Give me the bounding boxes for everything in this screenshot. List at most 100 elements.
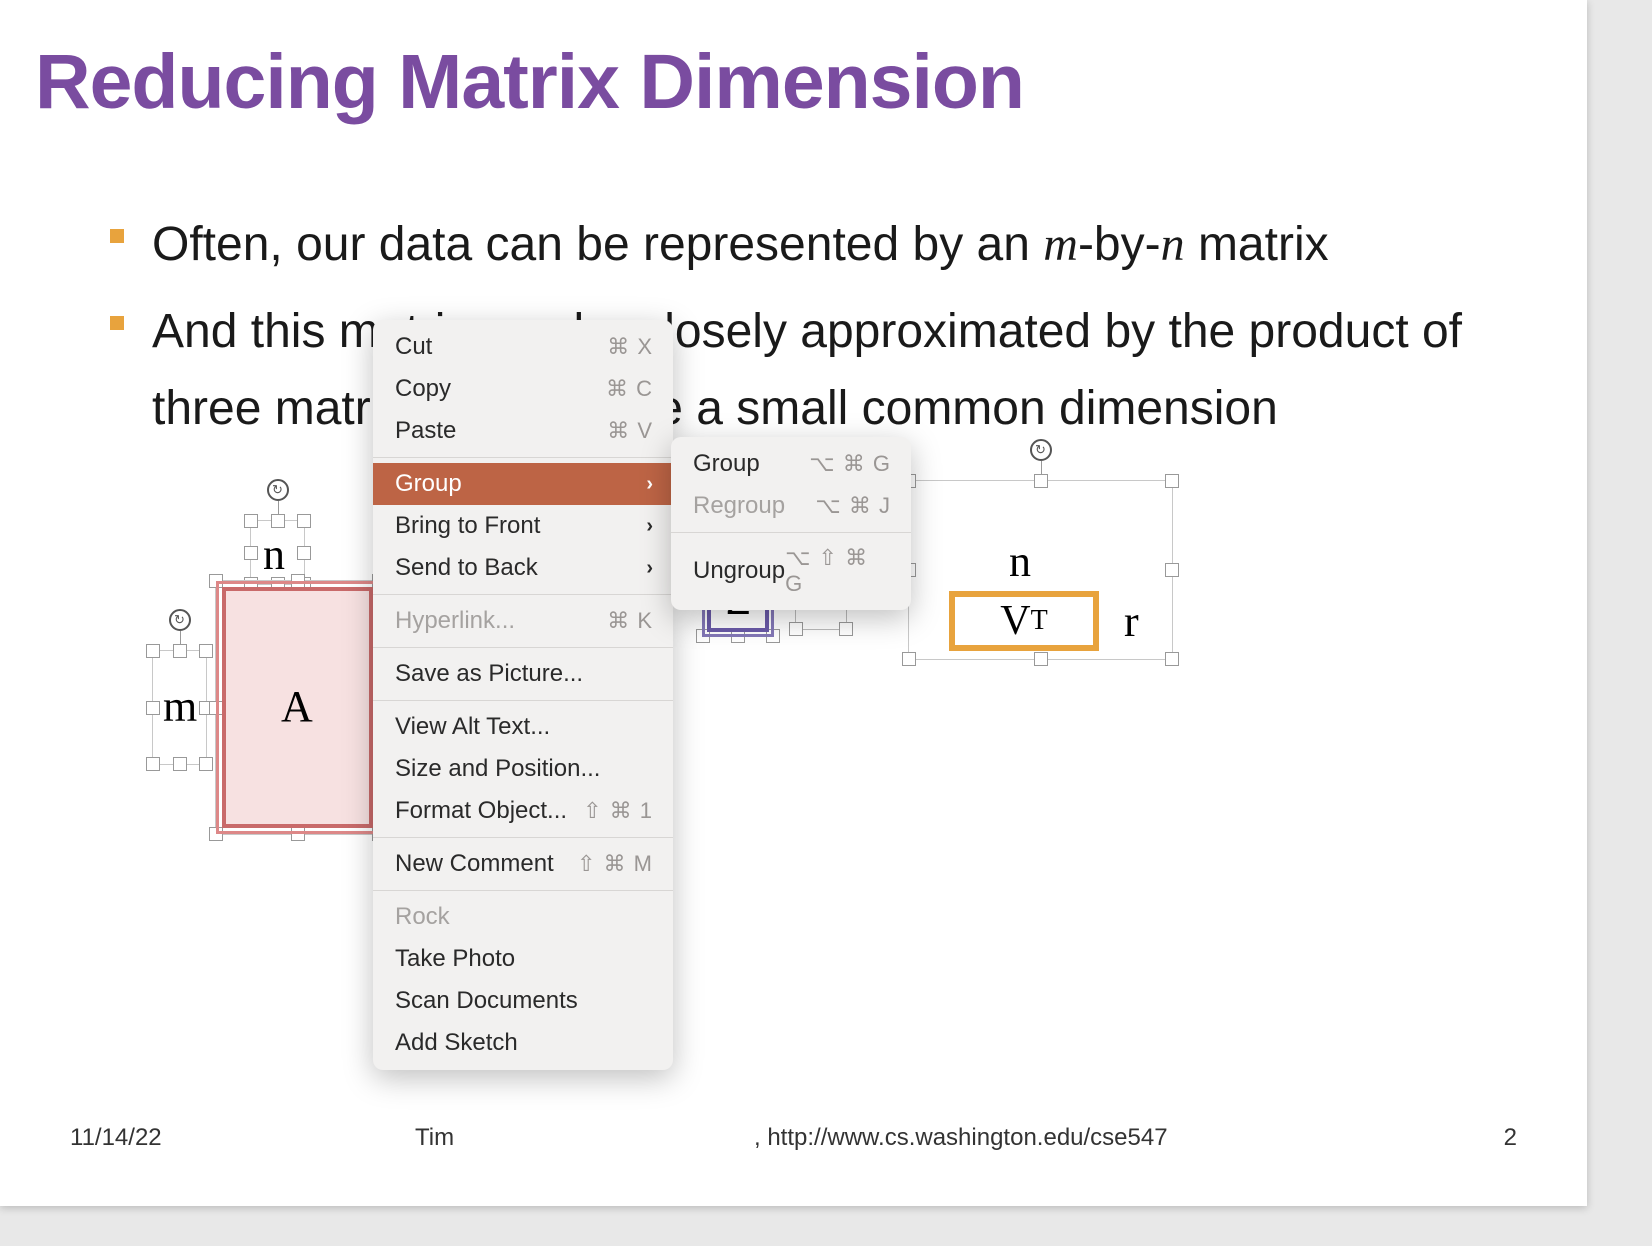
bullet-item: And this matrix can be closely approxima… <box>110 294 1552 448</box>
menu-item-ungroup[interactable]: Ungroup⌥ ⇧ ⌘ G <box>671 538 911 604</box>
menu-item-label: Group <box>693 450 760 478</box>
menu-item-label: Format Object... <box>395 797 567 825</box>
menu-shortcut: ⌥ ⇧ ⌘ G <box>785 545 891 597</box>
menu-shortcut: ⌥ ⌘ J <box>815 493 891 519</box>
menu-item-label: Paste <box>395 417 456 445</box>
text-fragment: -by- <box>1078 218 1161 271</box>
resize-handle[interactable] <box>146 757 160 771</box>
var-m: m <box>1043 218 1078 271</box>
slide-title: Reducing Matrix Dimension <box>35 38 1552 127</box>
menu-item-label: View Alt Text... <box>395 713 550 741</box>
resize-handle[interactable] <box>209 701 223 715</box>
matrix-a-selection[interactable]: A <box>215 580 380 835</box>
chevron-right-icon: › <box>646 557 653 580</box>
text-fragment: Often, our data can be represented by an <box>152 218 1043 271</box>
menu-item-add-sketch[interactable]: Add Sketch <box>373 1022 673 1064</box>
menu-item-bring-to-front[interactable]: Bring to Front › <box>373 505 673 547</box>
menu-item-scan-documents[interactable]: Scan Documents <box>373 980 673 1022</box>
resize-handle[interactable] <box>1165 563 1179 577</box>
resize-handle[interactable] <box>839 622 853 636</box>
chevron-right-icon: › <box>646 473 653 496</box>
resize-handle[interactable] <box>789 622 803 636</box>
menu-item-copy[interactable]: Copy ⌘ C <box>373 368 673 410</box>
var-n: n <box>1161 218 1185 271</box>
resize-handle[interactable] <box>199 757 213 771</box>
menu-item-rock: Rock <box>373 896 673 938</box>
menu-separator <box>373 457 673 458</box>
menu-item-label: Size and Position... <box>395 755 600 783</box>
chevron-right-icon: › <box>646 515 653 538</box>
vt-group-selection[interactable]: ↻ n VT r <box>908 480 1173 660</box>
context-submenu-group[interactable]: Group ⌥ ⌘ G Regroup ⌥ ⌘ J Ungroup⌥ ⇧ ⌘ G <box>671 437 911 610</box>
menu-item-label: Ungroup <box>693 557 785 585</box>
context-menu[interactable]: Cut⌘ XCopy⌘ CPaste⌘ VGroup›Bring to Fron… <box>373 320 673 1070</box>
menu-shortcut: ⇧ ⌘ M <box>577 851 653 877</box>
menu-item-hyperlink: Hyperlink...⌘ K <box>373 600 673 642</box>
resize-handle[interactable] <box>173 644 187 658</box>
bullet-text: And this matrix can be closely approxima… <box>152 294 1552 448</box>
menu-shortcut: ⌥ ⌘ G <box>809 451 891 477</box>
resize-handle[interactable] <box>291 827 305 841</box>
menu-item-size-and-position[interactable]: Size and Position... <box>373 748 673 790</box>
resize-handle[interactable] <box>244 546 258 560</box>
menu-item-label: Copy <box>395 375 451 403</box>
footer-url: , http://www.cs.washington.edu/cse547 <box>754 1124 1168 1152</box>
slide-footer: 11/14/22 Tim , http://www.cs.washington.… <box>70 1124 1517 1152</box>
menu-item-group[interactable]: Group› <box>373 463 673 505</box>
menu-item-view-alt-text[interactable]: View Alt Text... <box>373 706 673 748</box>
menu-separator <box>373 837 673 838</box>
rotate-handle-icon[interactable]: ↻ <box>169 609 191 631</box>
menu-item-format-object[interactable]: Format Object... ⇧ ⌘ 1 <box>373 790 673 832</box>
menu-item-label: Regroup <box>693 492 785 520</box>
menu-shortcut: ⇧ ⌘ 1 <box>583 798 653 824</box>
menu-item-group[interactable]: Group ⌥ ⌘ G <box>671 443 911 485</box>
resize-handle[interactable] <box>297 546 311 560</box>
menu-separator <box>373 700 673 701</box>
rotate-handle-icon[interactable]: ↻ <box>1030 439 1052 461</box>
menu-item-save-as-picture[interactable]: Save as Picture... <box>373 653 673 695</box>
menu-item-new-comment[interactable]: New Comment ⇧ ⌘ M <box>373 843 673 885</box>
resize-handle[interactable] <box>244 514 258 528</box>
vt-shape[interactable]: VT <box>949 591 1099 651</box>
menu-separator <box>671 532 911 533</box>
footer-date: 11/14/22 <box>70 1124 162 1152</box>
bullet-marker-icon <box>110 229 124 243</box>
resize-handle[interactable] <box>1034 474 1048 488</box>
resize-handle[interactable] <box>146 644 160 658</box>
menu-shortcut: ⌘ V <box>607 418 653 444</box>
footer-page: 2 <box>1504 1124 1517 1152</box>
menu-item-take-photo[interactable]: Take Photo <box>373 938 673 980</box>
vt-v: V <box>1000 597 1030 645</box>
menu-item-send-to-back[interactable]: Send to Back› <box>373 547 673 589</box>
menu-separator <box>373 647 673 648</box>
menu-shortcut: ⌘ X <box>607 334 653 360</box>
resize-handle[interactable] <box>271 514 285 528</box>
menu-shortcut: ⌘ K <box>607 608 653 634</box>
menu-item-paste[interactable]: Paste ⌘ V <box>373 410 673 452</box>
resize-handle[interactable] <box>1034 652 1048 666</box>
resize-handle[interactable] <box>297 514 311 528</box>
resize-handle[interactable] <box>902 652 916 666</box>
menu-item-label: Cut <box>395 333 432 361</box>
label-n: n <box>263 529 285 580</box>
resize-handle[interactable] <box>173 757 187 771</box>
menu-separator <box>373 594 673 595</box>
bullet-marker-icon <box>110 316 124 330</box>
bullet-list: Often, our data can be represented by an… <box>35 207 1552 447</box>
resize-handle[interactable] <box>209 574 223 588</box>
menu-item-label: Add Sketch <box>395 1029 518 1057</box>
menu-item-cut[interactable]: Cut ⌘ X <box>373 326 673 368</box>
menu-shortcut: ⌘ C <box>606 376 653 402</box>
resize-handle[interactable] <box>1165 652 1179 666</box>
rotate-handle-icon[interactable]: ↻ <box>267 479 289 501</box>
menu-item-label: Bring to Front <box>395 512 540 540</box>
resize-handle[interactable] <box>209 827 223 841</box>
matrix-a-label: A <box>281 681 313 732</box>
menu-item-label: Rock <box>395 903 450 931</box>
resize-handle[interactable] <box>291 574 305 588</box>
label-m-selection[interactable]: ↻ m <box>152 650 207 765</box>
resize-handle[interactable] <box>146 701 160 715</box>
resize-handle[interactable] <box>1165 474 1179 488</box>
resize-handle[interactable] <box>199 644 213 658</box>
menu-item-label: New Comment <box>395 850 554 878</box>
